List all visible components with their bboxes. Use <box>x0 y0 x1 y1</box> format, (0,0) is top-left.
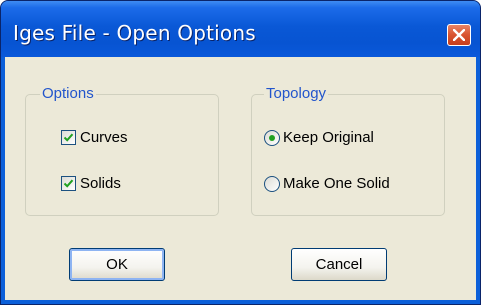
checkmark-icon <box>63 133 74 142</box>
topology-group-title: Topology <box>264 85 329 103</box>
dialog-window: Iges File - Open Options Options Curves <box>0 0 481 305</box>
dialog-body: Options Curves Solids Topology Keep Orig… <box>5 57 476 300</box>
radio-selected-dot <box>269 135 275 141</box>
options-group: Options Curves Solids <box>25 85 219 216</box>
close-button[interactable] <box>447 24 471 46</box>
ok-button[interactable]: OK <box>69 248 165 281</box>
close-icon <box>453 29 465 41</box>
cancel-button[interactable]: Cancel <box>291 248 387 281</box>
options-group-title: Options <box>40 85 96 103</box>
make-one-solid-radio-circle[interactable] <box>264 176 280 192</box>
curves-checkbox-box[interactable] <box>61 130 76 145</box>
solids-label: Solids <box>80 175 121 192</box>
keep-original-radio-circle[interactable] <box>264 130 280 146</box>
topology-group: Topology Keep Original Make One Solid <box>251 85 445 216</box>
title-bar[interactable]: Iges File - Open Options <box>1 1 480 57</box>
solids-checkbox-box[interactable] <box>61 176 76 191</box>
checkmark-icon <box>63 179 74 188</box>
curves-label: Curves <box>80 129 128 146</box>
make-one-solid-label: Make One Solid <box>283 175 390 192</box>
keep-original-label: Keep Original <box>283 129 374 146</box>
window-title: Iges File - Open Options <box>13 21 256 45</box>
